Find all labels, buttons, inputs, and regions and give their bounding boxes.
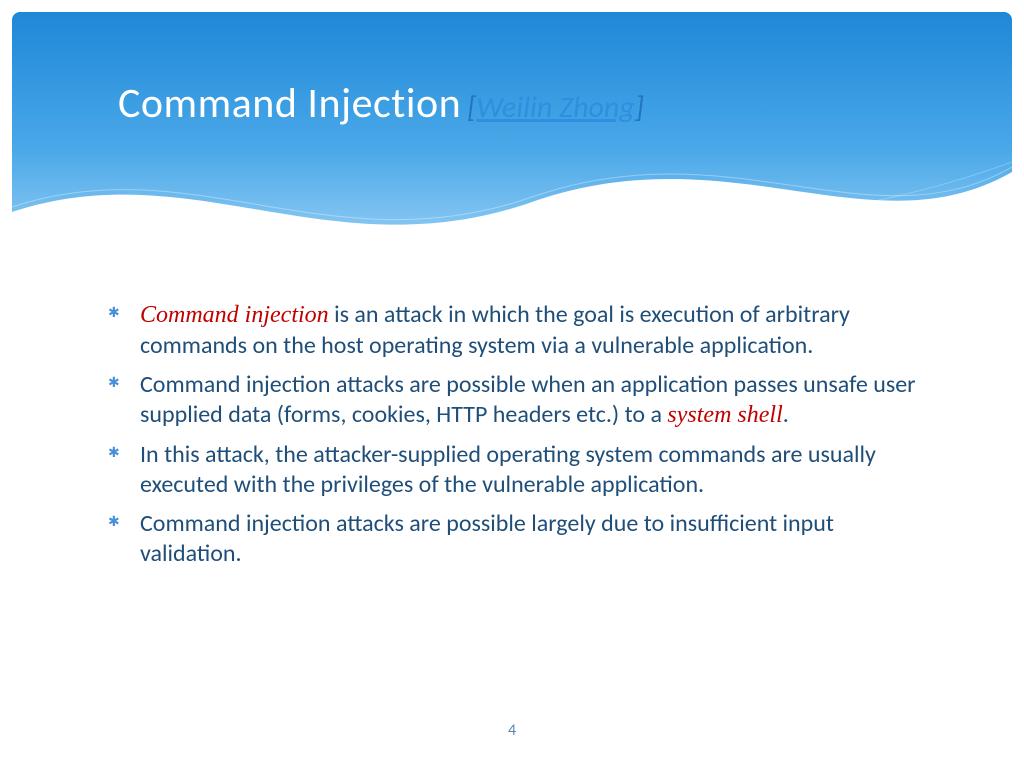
bracket-open: [ [467,89,476,126]
wave-graphic [12,12,1012,262]
title-attribution: [Weilin Zhong] [467,89,644,126]
list-item: Command injection attacks are possible w… [108,370,934,430]
bullet-text: Command injection attacks are possible w… [140,370,916,429]
list-item: Command injection is an attack in which … [108,300,934,360]
page-number: 4 [0,721,1024,740]
list-item: In this attack, the attacker-supplied op… [108,440,934,499]
author-link[interactable]: Weilin Zhong [476,89,634,126]
list-item: Command injection attacks are possible l… [108,509,934,568]
emphasis-term: Command injection [140,302,329,328]
header-banner [12,12,1012,262]
bullet-text: In this attack, the attacker-supplied op… [140,440,876,499]
slide: Command Injection [Weilin Zhong] Command… [0,0,1024,768]
slide-body: Command injection is an attack in which … [108,300,934,578]
bullet-text: . [783,400,789,429]
bullet-list: Command injection is an attack in which … [108,300,934,568]
bracket-close: ] [635,89,644,126]
bullet-text: Command injection attacks are possible l… [140,509,834,568]
title-main: Command Injection [118,78,461,129]
slide-title: Command Injection [Weilin Zhong] [118,78,984,129]
emphasis-term: system shell [667,402,782,428]
